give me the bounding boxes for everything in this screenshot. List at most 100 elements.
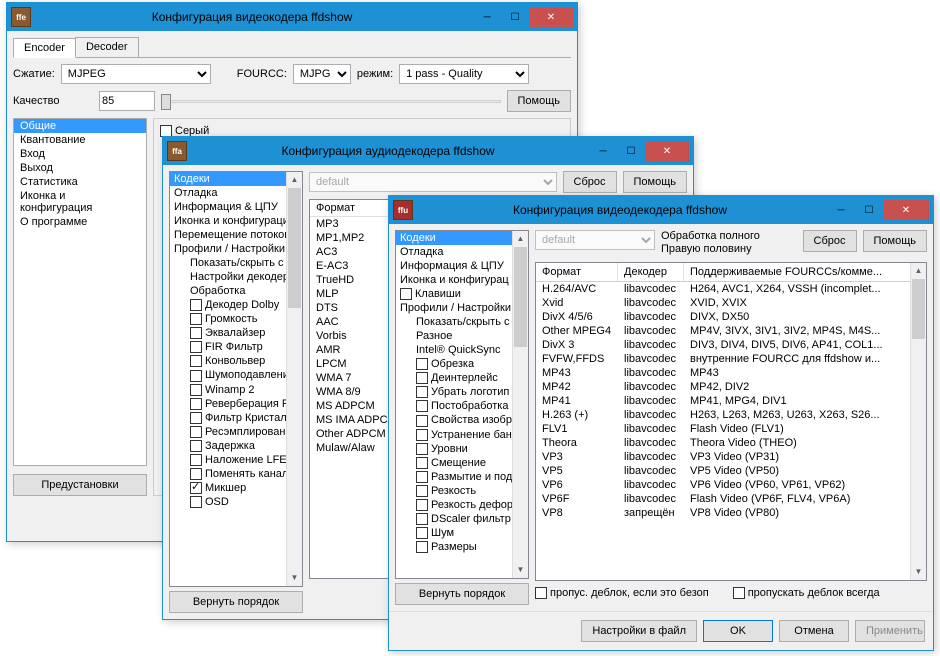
table-row[interactable]: DivX 4/5/6libavcodecDIVX, DX50 bbox=[536, 310, 926, 324]
table-row[interactable]: VP8запрещёнVP8 Video (VP80) bbox=[536, 506, 926, 520]
table-row[interactable]: FVFW,FFDSlibavcodecвнутренние FOURCC для… bbox=[536, 352, 926, 366]
tab-decoder[interactable]: Decoder bbox=[75, 37, 139, 57]
apply-button[interactable]: Применить bbox=[855, 620, 925, 642]
tree-item[interactable]: Устранение банди bbox=[396, 428, 528, 442]
ok-button[interactable]: OK bbox=[703, 620, 773, 642]
tree-item[interactable]: Задержка bbox=[170, 439, 302, 453]
tree-item[interactable]: Intel® QuickSync bbox=[396, 343, 528, 357]
cancel-button[interactable]: Отмена bbox=[779, 620, 849, 642]
tree-item[interactable]: Размеры bbox=[396, 540, 528, 554]
tree-item[interactable]: Смещение bbox=[396, 456, 528, 470]
quality-slider[interactable] bbox=[161, 91, 501, 111]
tree-item[interactable]: Кодеки bbox=[170, 172, 302, 186]
tree-item[interactable]: Иконка и конфигурация bbox=[170, 214, 302, 228]
minimize-icon[interactable]: ─ bbox=[473, 7, 501, 27]
compress-select[interactable]: MJPEG bbox=[61, 64, 211, 84]
sidebar-item[interactable]: Иконка и конфигурация bbox=[14, 189, 146, 215]
table-row[interactable]: MP43libavcodecMP43 bbox=[536, 366, 926, 380]
tree-item[interactable]: Профили / Настройки п bbox=[170, 242, 302, 256]
reset-button[interactable]: Сброс bbox=[563, 171, 617, 193]
tree-item[interactable]: Отладка bbox=[170, 186, 302, 200]
presets-button[interactable]: Предустановки bbox=[13, 474, 147, 496]
tree-item[interactable]: Резкость bbox=[396, 484, 528, 498]
table-row[interactable]: VP5libavcodecVP5 Video (VP50) bbox=[536, 464, 926, 478]
tree-item[interactable]: Winamp 2 bbox=[170, 383, 302, 397]
table-row[interactable]: TheoralibavcodecTheora Video (THEO) bbox=[536, 436, 926, 450]
restore-order-button[interactable]: Вернуть порядок bbox=[169, 591, 303, 613]
sidebar-item[interactable]: Общие bbox=[14, 119, 146, 133]
tree-item[interactable]: DScaler фильтр bbox=[396, 512, 528, 526]
tree-item[interactable]: Разное bbox=[396, 329, 528, 343]
tree-item[interactable]: Клавиши bbox=[396, 287, 528, 301]
tree-item[interactable]: Громкость bbox=[170, 312, 302, 326]
reset-button[interactable]: Сброс bbox=[803, 230, 857, 252]
table-row[interactable]: DivX 3libavcodecDIV3, DIV4, DIV5, DIV6, … bbox=[536, 338, 926, 352]
tree-item[interactable]: Резкость деформа bbox=[396, 498, 528, 512]
tree-item[interactable]: Реверберация Free bbox=[170, 397, 302, 411]
table-row[interactable]: MP42libavcodecMP42, DIV2 bbox=[536, 380, 926, 394]
table-row[interactable]: Other MPEG4libavcodecMP4V, 3IVX, 3IV1, 3… bbox=[536, 324, 926, 338]
save-to-file-button[interactable]: Настройки в файл bbox=[581, 620, 697, 642]
sidebar-item[interactable]: О программе bbox=[14, 215, 146, 229]
table-row[interactable]: VP3libavcodecVP3 Video (VP31) bbox=[536, 450, 926, 464]
mode-select[interactable]: 1 pass - Quality bbox=[399, 64, 529, 84]
tree-item[interactable]: Свойства изображ bbox=[396, 413, 528, 427]
tree-item[interactable]: Деинтерлейс bbox=[396, 371, 528, 385]
tree-item[interactable]: Информация & ЦПУ bbox=[170, 200, 302, 214]
table-row[interactable]: H.263 (+)libavcodecH263, L263, M263, U26… bbox=[536, 408, 926, 422]
maximize-icon[interactable]: ☐ bbox=[501, 7, 529, 27]
maximize-icon[interactable]: ☐ bbox=[617, 141, 645, 161]
tree-item[interactable]: Отладка bbox=[396, 245, 528, 259]
tree-item[interactable]: Постобработка bbox=[396, 399, 528, 413]
tree-item[interactable]: Наложение LFE bbox=[170, 453, 302, 467]
tree-item[interactable]: Уровни bbox=[396, 442, 528, 456]
skip-deblock-safe-checkbox[interactable]: пропус. деблок, если это безоп bbox=[535, 587, 709, 599]
tree-item[interactable]: FIR Фильтр bbox=[170, 340, 302, 354]
tree-item[interactable]: Обрезка bbox=[396, 357, 528, 371]
fourcc-select[interactable]: MJPG bbox=[293, 64, 351, 84]
sidebar-item[interactable]: Квантование bbox=[14, 133, 146, 147]
tree-item[interactable]: Шум bbox=[396, 526, 528, 540]
tree-item[interactable]: Убрать логотип bbox=[396, 385, 528, 399]
table-row[interactable]: MP41libavcodecMP41, MPG4, DIV1 bbox=[536, 394, 926, 408]
tree-item[interactable]: Поменять каналы bbox=[170, 467, 302, 481]
skip-deblock-always-checkbox[interactable]: пропускать деблок всегда bbox=[733, 587, 880, 599]
tree-item[interactable]: Информация & ЦПУ bbox=[396, 259, 528, 273]
close-icon[interactable]: ✕ bbox=[529, 7, 573, 27]
sidebar-item[interactable]: Вход bbox=[14, 147, 146, 161]
table-row[interactable]: VP6FlibavcodecFlash Video (VP6F, FLV4, V… bbox=[536, 492, 926, 506]
th-decoder[interactable]: Декодер bbox=[618, 263, 684, 281]
tree-item[interactable]: Показать/скрыть с bbox=[170, 256, 302, 270]
help-button[interactable]: Помощь bbox=[507, 90, 572, 112]
tree-item[interactable]: Декодер Dolby bbox=[170, 298, 302, 312]
tree-item[interactable]: Кодеки bbox=[396, 231, 528, 245]
tree-item[interactable]: OSD bbox=[170, 495, 302, 509]
table-row[interactable]: H.264/AVClibavcodecH264, AVC1, X264, VSS… bbox=[536, 282, 926, 296]
quality-input[interactable] bbox=[99, 91, 155, 111]
minimize-icon[interactable]: ─ bbox=[827, 200, 855, 220]
help-button[interactable]: Помощь bbox=[863, 230, 928, 252]
help-button[interactable]: Помощь bbox=[623, 171, 688, 193]
tree-item[interactable]: Микшер bbox=[170, 481, 302, 495]
tree-item[interactable]: Фильтр Кристальнос bbox=[170, 411, 302, 425]
table-row[interactable]: XvidlibavcodecXVID, XVIX bbox=[536, 296, 926, 310]
tree-item[interactable]: Профили / Настройки п bbox=[396, 301, 528, 315]
sidebar-item[interactable]: Статистика bbox=[14, 175, 146, 189]
tree-item[interactable]: Конвольвер bbox=[170, 354, 302, 368]
th-fourcc[interactable]: Поддерживаемые FOURCCs/комме... bbox=[684, 263, 926, 281]
sidebar-item[interactable]: Выход bbox=[14, 161, 146, 175]
tree-item[interactable]: Настройки декодер bbox=[170, 270, 302, 284]
tree-item[interactable]: Эквалайзер bbox=[170, 326, 302, 340]
close-icon[interactable]: ✕ bbox=[883, 200, 929, 220]
th-format[interactable]: Формат bbox=[536, 263, 618, 281]
tree-item[interactable]: Шумоподавление bbox=[170, 368, 302, 382]
tree-item[interactable]: Размытие и подав bbox=[396, 470, 528, 484]
restore-order-button[interactable]: Вернуть порядок bbox=[395, 583, 529, 605]
close-icon[interactable]: ✕ bbox=[645, 141, 689, 161]
tree-item[interactable]: Перемещение потоков bbox=[170, 228, 302, 242]
table-row[interactable]: FLV1libavcodecFlash Video (FLV1) bbox=[536, 422, 926, 436]
maximize-icon[interactable]: ☐ bbox=[855, 200, 883, 220]
tree-item[interactable]: Обработка bbox=[170, 284, 302, 298]
tree-item[interactable]: Ресэмплирование bbox=[170, 425, 302, 439]
minimize-icon[interactable]: ─ bbox=[589, 141, 617, 161]
